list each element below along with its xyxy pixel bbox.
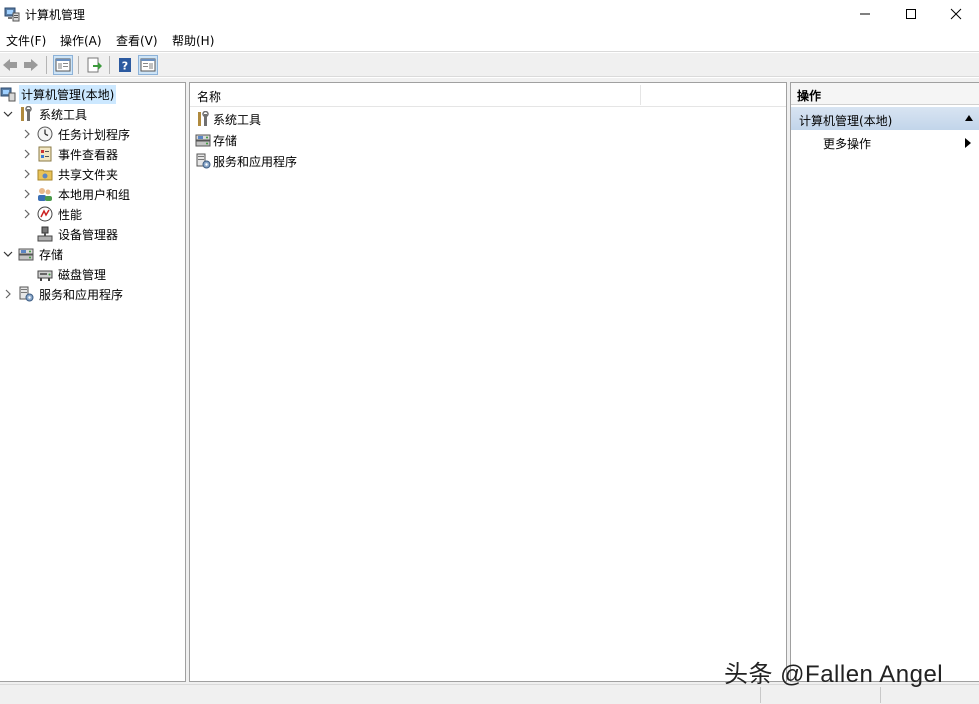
tree-item-label: 性能: [58, 207, 83, 222]
list-item-storage[interactable]: 存储: [195, 130, 237, 150]
actions-section-label: 计算机管理(本地): [799, 114, 893, 128]
main-area: 计算机管理(本地) 系统工具 任务计划程序 事件查看器 共享文件夹 本地用户和组: [0, 78, 979, 684]
watermark-text: 头条 @Fallen Angel: [724, 661, 944, 688]
close-icon: [950, 8, 962, 20]
minimize-button[interactable]: [842, 0, 888, 28]
minimize-icon: [860, 13, 870, 15]
chevron-right-icon[interactable]: [2, 288, 14, 300]
actions-header: 操作: [791, 83, 979, 105]
tree-item-label: 事件查看器: [58, 147, 119, 162]
list-item-services-applications[interactable]: 服务和应用程序: [195, 151, 297, 171]
tree-item-task-scheduler[interactable]: 任务计划程序: [21, 124, 132, 144]
tree-item-storage[interactable]: 存储: [2, 244, 65, 264]
tree-item-system-tools[interactable]: 系统工具: [2, 104, 89, 124]
toolbar-separator: [46, 56, 47, 74]
forward-button[interactable]: [21, 55, 41, 75]
maximize-icon: [906, 9, 916, 19]
title-bar: 计算机管理: [0, 0, 979, 28]
users-icon: [37, 186, 53, 202]
status-divider: [760, 687, 761, 703]
toolbar-separator: [78, 56, 79, 74]
tree-item-label: 设备管理器: [58, 227, 119, 242]
more-actions-item[interactable]: 更多操作: [823, 135, 871, 152]
chevron-right-icon[interactable]: [21, 208, 33, 220]
column-divider[interactable]: [640, 85, 641, 105]
result-pane: 名称 系统工具 存储 服务和应用程序: [189, 82, 787, 682]
tools-icon: [18, 106, 34, 122]
computer-management-icon: [0, 86, 16, 102]
device-manager-icon: [37, 226, 53, 242]
tree-item-label: 服务和应用程序: [39, 287, 124, 302]
tree-item-disk-management[interactable]: 磁盘管理: [37, 264, 108, 284]
status-divider: [880, 687, 881, 703]
tree-item-services-applications[interactable]: 服务和应用程序: [2, 284, 125, 304]
close-button[interactable]: [933, 0, 979, 28]
clock-icon: [37, 126, 53, 142]
chevron-right-icon[interactable]: [21, 188, 33, 200]
back-button[interactable]: [0, 55, 20, 75]
event-viewer-icon: [37, 146, 53, 162]
column-header-name[interactable]: 名称: [197, 88, 221, 105]
tree-item-label: 存储: [39, 247, 64, 262]
tree-item-shared-folders[interactable]: 共享文件夹: [21, 164, 120, 184]
chevron-down-icon[interactable]: [2, 248, 14, 260]
tree-item-device-manager[interactable]: 设备管理器: [37, 224, 120, 244]
menu-file[interactable]: 文件(F): [4, 32, 48, 49]
toolbar: ?: [0, 53, 979, 77]
tree-item-label: 本地用户和组: [58, 187, 131, 202]
tree-item-computer-management-local[interactable]: 计算机管理(本地): [0, 84, 117, 104]
tree-item-label: 系统工具: [39, 107, 88, 122]
submenu-arrow-icon[interactable]: [965, 138, 971, 148]
show-hide-tree-icon: [55, 58, 71, 72]
shared-folder-icon: [37, 166, 53, 182]
show-hide-action-pane-icon: [140, 58, 156, 72]
help-button[interactable]: ?: [115, 55, 135, 75]
tree-item-label: 计算机管理(本地): [19, 84, 117, 104]
services-icon: [18, 286, 34, 302]
console-tree: 计算机管理(本地) 系统工具 任务计划程序 事件查看器 共享文件夹 本地用户和组: [0, 82, 186, 682]
show-hide-action-pane-button[interactable]: [138, 55, 158, 75]
chevron-right-icon[interactable]: [21, 148, 33, 160]
tree-item-local-users-groups[interactable]: 本地用户和组: [21, 184, 132, 204]
export-list-icon: [87, 57, 102, 73]
chevron-down-icon[interactable]: [2, 108, 14, 120]
menu-bar: 文件(F) 操作(A) 查看(V) 帮助(H): [0, 28, 979, 52]
window-title: 计算机管理: [25, 8, 86, 22]
tree-item-label: 任务计划程序: [58, 127, 131, 142]
storage-icon: [195, 132, 211, 148]
list-item-label: 系统工具: [213, 112, 262, 127]
forward-arrow-icon: [24, 59, 38, 71]
tree-item-label: 磁盘管理: [58, 267, 107, 282]
list-item-label: 服务和应用程序: [213, 154, 298, 169]
list-item-label: 存储: [213, 133, 238, 148]
show-hide-tree-button[interactable]: [53, 55, 73, 75]
menu-view[interactable]: 查看(V): [114, 32, 160, 49]
tree-item-performance[interactable]: 性能: [21, 204, 84, 224]
chevron-right-icon[interactable]: [21, 168, 33, 180]
disk-management-icon: [37, 266, 53, 282]
svg-text:?: ?: [122, 60, 128, 73]
list-header: 名称: [190, 83, 786, 107]
actions-section-computer-management[interactable]: 计算机管理(本地): [791, 107, 979, 130]
toolbar-separator: [109, 56, 110, 74]
performance-gauge-icon: [37, 206, 53, 222]
computer-management-icon: [4, 6, 20, 22]
collapse-up-icon[interactable]: [965, 115, 973, 121]
help-icon: ?: [119, 58, 131, 73]
back-arrow-icon: [3, 59, 17, 71]
tree-item-label: 共享文件夹: [58, 167, 119, 182]
actions-pane: 操作 计算机管理(本地) 更多操作: [790, 82, 979, 682]
export-list-button[interactable]: [84, 55, 104, 75]
services-icon: [195, 153, 211, 169]
maximize-button[interactable]: [888, 0, 934, 28]
chevron-right-icon[interactable]: [21, 128, 33, 140]
tools-icon: [195, 111, 211, 127]
menu-help[interactable]: 帮助(H): [170, 32, 216, 49]
tree-item-event-viewer[interactable]: 事件查看器: [21, 144, 120, 164]
list-item-system-tools[interactable]: 系统工具: [195, 109, 261, 129]
storage-icon: [18, 246, 34, 262]
menu-action[interactable]: 操作(A): [58, 32, 104, 49]
